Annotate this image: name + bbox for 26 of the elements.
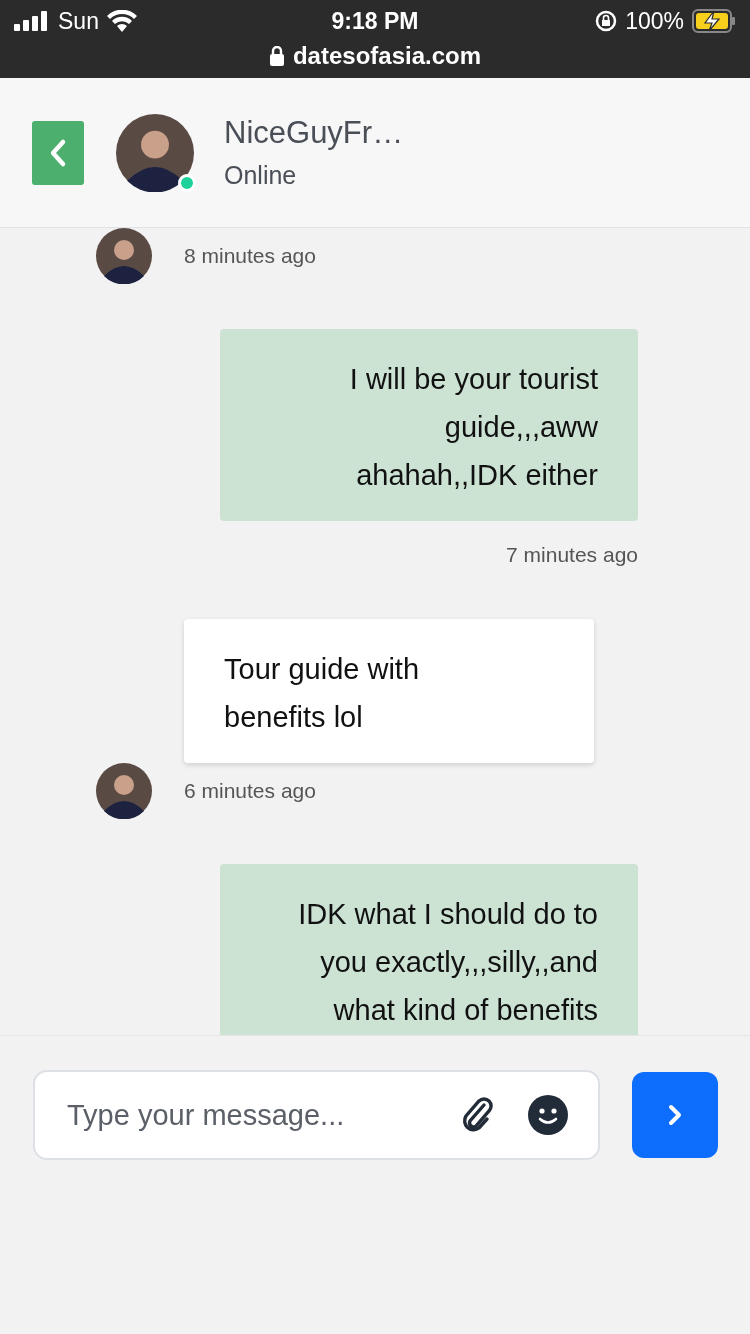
message-time: 6 minutes ago [184,779,316,803]
paperclip-icon[interactable] [460,1097,494,1133]
carrier-label: Sun [58,7,99,35]
received-message: Tour guide with benefits lol [184,619,594,763]
contact-name[interactable]: NiceGuyFr… [224,115,404,151]
rotation-lock-icon [595,10,618,32]
clock-time: 9:18 PM [331,7,419,35]
chevron-right-icon [667,1103,683,1127]
sent-message: IDK what I should do to you exactly,,,silly,,and what kind of benefits [220,864,638,1035]
page-url[interactable]: datesofasia.com [292,42,482,70]
avatar-icon [96,228,152,284]
wifi-icon [106,10,137,32]
sent-message: I will be your tourist guide,,,aww ahahah,,IDK either [220,329,638,521]
message-time: 7 minutes ago [506,543,638,567]
lock-icon [268,46,285,66]
back-button[interactable] [32,120,84,185]
battery-percent: 100% [625,7,684,35]
message-time: 8 minutes ago [184,244,316,268]
message-input[interactable]: Type your message... [33,1070,600,1160]
avatar-icon [96,763,152,819]
avatar-icon [116,113,194,192]
send-button[interactable] [632,1072,718,1158]
emoji-icon[interactable] [528,1095,568,1135]
contact-status: Online [224,161,298,190]
signal-icon [14,11,50,31]
chevron-left-icon [48,137,68,168]
